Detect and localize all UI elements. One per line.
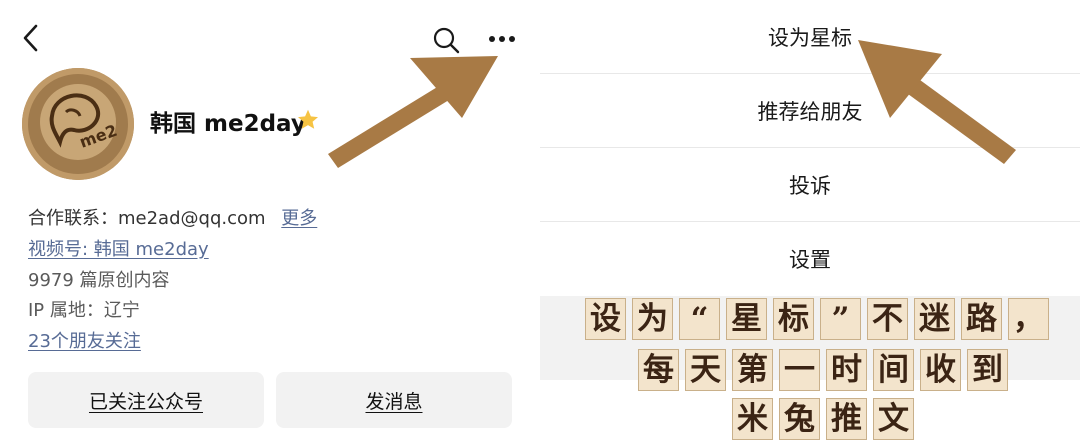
caption-glyph: 标 xyxy=(773,298,814,340)
article-count: 9979 篇原创内容 xyxy=(28,270,170,291)
menu-item-report[interactable]: 投诉 xyxy=(540,148,1080,222)
channel-link[interactable]: 视频号: 韩国 me2day xyxy=(28,239,209,260)
caption-glyph: 推 xyxy=(826,398,867,440)
caption-glyph: 间 xyxy=(873,349,914,391)
chevron-left-icon xyxy=(23,24,38,52)
caption-line-1: 设为 “星标” 不迷路， xyxy=(585,298,1049,340)
send-message-button[interactable]: 发消息 xyxy=(276,372,512,428)
caption-glyph: 米 xyxy=(732,398,773,440)
menu-item-star[interactable]: 设为星标 xyxy=(540,0,1080,74)
action-menu: 设为星标 推荐给朋友 投诉 设置 xyxy=(540,0,1080,296)
search-button[interactable] xyxy=(430,24,462,56)
caption-glyph: 兔 xyxy=(779,398,820,440)
caption-line-2: 每天第一时间收到 xyxy=(638,349,1008,391)
caption-glyph: 一 xyxy=(779,349,820,391)
caption-glyph: 迷 xyxy=(914,298,955,340)
star-icon xyxy=(296,108,320,132)
back-button[interactable] xyxy=(18,22,46,54)
caption-glyph: 第 xyxy=(732,349,773,391)
caption-glyph: 时 xyxy=(826,349,867,391)
menu-item-recommend[interactable]: 推荐给朋友 xyxy=(540,74,1080,148)
contact-info: 合作联系：me2ad@qq.com 更多 xyxy=(28,204,317,230)
caption-glyph: ” xyxy=(820,298,861,340)
caption-glyph: 到 xyxy=(967,349,1008,391)
caption-glyph: 收 xyxy=(920,349,961,391)
caption-glyph: 天 xyxy=(685,349,726,391)
caption-glyph: 星 xyxy=(726,298,767,340)
friends-following-info: 23个朋友关注 xyxy=(28,327,141,353)
caption-glyph: 文 xyxy=(873,398,914,440)
avatar-image: me2 xyxy=(22,68,134,180)
caption-glyph: 路 xyxy=(961,298,1002,340)
more-link[interactable]: 更多 xyxy=(281,208,317,229)
caption-glyph: ， xyxy=(1008,298,1049,340)
avatar[interactable]: me2 xyxy=(22,68,134,180)
caption-glyph: 不 xyxy=(867,298,908,340)
caption-glyph: “ xyxy=(679,298,720,340)
profile-panel: me2 韩国 me2day 合作联系：me2ad@qq.com 更多 视频号: … xyxy=(0,0,540,447)
menu-item-settings[interactable]: 设置 xyxy=(540,222,1080,296)
contact-label: 合作联系： xyxy=(28,208,118,229)
caption-glyph: 每 xyxy=(638,349,679,391)
caption-line-3: 米兔推文 xyxy=(732,398,914,440)
caption-glyph: 设 xyxy=(585,298,626,340)
caption-glyph: 为 xyxy=(632,298,673,340)
followed-account-button[interactable]: 已关注公众号 xyxy=(28,372,264,428)
more-button[interactable] xyxy=(484,26,520,52)
more-dots-icon xyxy=(489,36,515,42)
ip-location: IP 属地：辽宁 xyxy=(28,300,140,321)
channel-info: 视频号: 韩国 me2day xyxy=(28,235,209,261)
search-icon xyxy=(433,27,460,54)
account-name: 韩国 me2day xyxy=(150,111,306,137)
friends-following-link[interactable]: 23个朋友关注 xyxy=(28,331,141,352)
contact-email: me2ad@qq.com xyxy=(118,208,266,229)
